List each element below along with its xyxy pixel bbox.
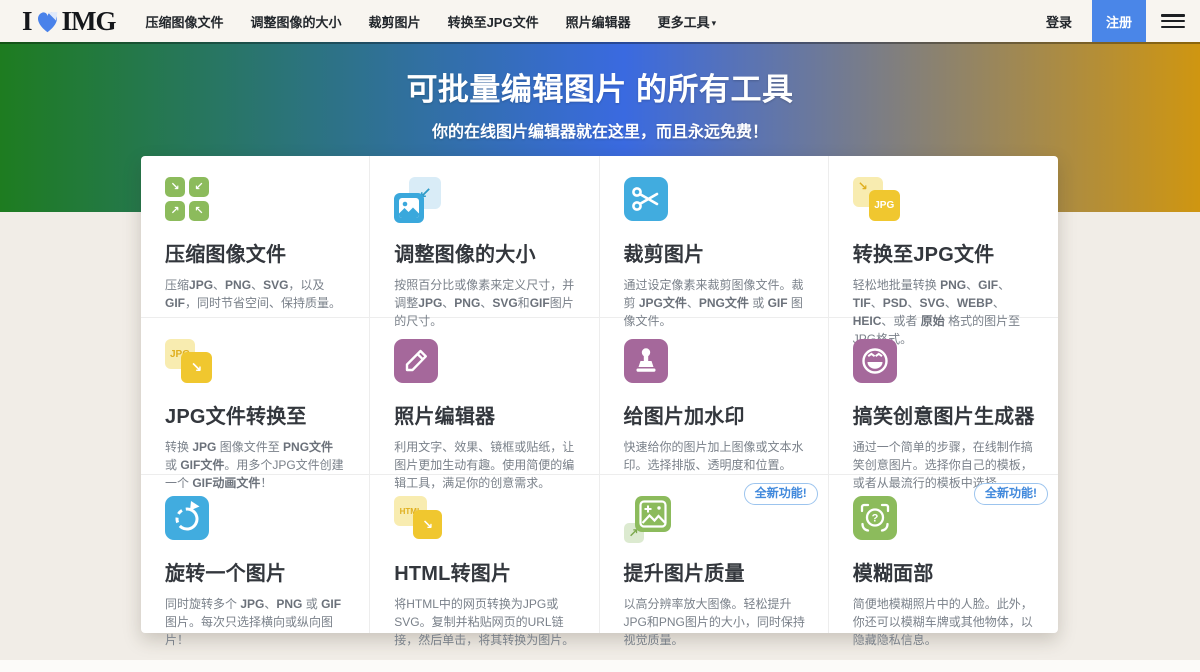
tool-card[interactable]: HTML ↘ HTML转图片 将HTML中的网页转换为JPG或SVG。复制并粘贴… xyxy=(370,475,599,633)
tool-title: JPG文件转换至 xyxy=(165,400,347,429)
tool-card[interactable]: 照片编辑器 利用文字、效果、镜框或贴纸，让图片更加生动有趣。使用简便的编辑工具，… xyxy=(370,318,599,475)
tool-card[interactable]: JPG ↘ JPG文件转换至 转换 JPG 图像文件至 PNG文件 或 GIF文… xyxy=(141,318,370,475)
rotate-icon xyxy=(165,496,347,544)
tool-card[interactable]: 搞笑创意图片生成器 通过一个简单的步骤，在线制作搞笑创意图片。选择你自己的模板，… xyxy=(829,318,1058,475)
heart-icon xyxy=(34,9,61,34)
resize-icon: ↙ xyxy=(394,177,576,225)
tool-title: 模糊面部 xyxy=(853,557,1036,586)
hero-title: 可批量编辑图片 的所有工具 xyxy=(0,42,1200,109)
convert-to-jpg-icon: ↘ JPG xyxy=(853,177,1036,225)
tool-description: 简便地模糊照片中的人脸。此外，你还可以模糊车牌或其他物体，以隐藏隐私信息。 xyxy=(853,595,1036,649)
watermark-icon xyxy=(624,339,806,387)
convert-from-jpg-icon: JPG ↘ xyxy=(165,339,347,387)
tool-card[interactable]: ↙ 调整图像的大小 按照百分比或像素来定义尺寸，并调整JPG、PNG、SVG和G… xyxy=(370,156,599,318)
meme-icon xyxy=(853,339,1036,387)
tool-card[interactable]: 旋转一个图片 同时旋转多个 JPG、PNG 或 GIF 图片。每次只选择横向或纵… xyxy=(141,475,370,633)
tool-description: 同时旋转多个 JPG、PNG 或 GIF 图片。每次只选择横向或纵向图片！ xyxy=(165,595,347,649)
top-nav: I IMG 压缩图像文件 调整图像的大小 裁剪图片 转换至JPG文件 照片编辑器 更多工具… xyxy=(0,0,1200,42)
nav-item[interactable]: 更多工具▾ xyxy=(658,12,717,31)
tool-title: 旋转一个图片 xyxy=(165,557,347,586)
html-to-image-icon: HTML ↘ xyxy=(394,496,576,544)
tools-grid: ↘ ↙ ↗ ↖ 压缩图像文件 压缩JPG、PNG、SVG，以及GIF，同时节省空… xyxy=(141,156,1058,633)
menu-icon[interactable] xyxy=(1161,14,1185,28)
tool-card[interactable]: 全新功能! ↗ 提升图片质量 以高分辨率放大图像。轻松提升JPG和PNG图片的大… xyxy=(600,475,829,633)
signup-button[interactable]: 注册 xyxy=(1092,0,1146,42)
chevron-down-icon: ▾ xyxy=(712,18,717,28)
blur-face-icon: ? xyxy=(853,496,1036,544)
compress-icon: ↘ ↙ ↗ ↖ xyxy=(165,177,347,225)
nav-item[interactable]: 调整图像的大小 xyxy=(251,12,342,31)
tool-description: 快速给你的图片加上图像或文本水印。选择排版、透明度和位置。 xyxy=(624,438,806,474)
nav-item[interactable]: 照片编辑器 xyxy=(566,12,631,31)
tool-description: 以高分辨率放大图像。轻松提升JPG和PNG图片的大小，同时保持视觉质量。 xyxy=(624,595,806,649)
tool-card[interactable]: ↘ JPG 转换至JPG文件 轻松地批量转换 PNG、GIF、TIF、PSD、S… xyxy=(829,156,1058,318)
tool-title: 压缩图像文件 xyxy=(165,238,347,267)
tool-title: 搞笑创意图片生成器 xyxy=(853,400,1036,429)
nav-item[interactable]: 压缩图像文件 xyxy=(146,12,224,31)
tool-card[interactable]: ↘ ↙ ↗ ↖ 压缩图像文件 压缩JPG、PNG、SVG，以及GIF，同时节省空… xyxy=(141,156,370,318)
photo-editor-icon xyxy=(394,339,576,387)
nav-right: 登录 注册 xyxy=(1046,0,1200,42)
hero-subtitle: 你的在线图片编辑器就在这里，而且永远免费！ xyxy=(0,118,1200,142)
tool-title: 转换至JPG文件 xyxy=(853,238,1036,267)
tool-title: 提升图片质量 xyxy=(624,557,806,586)
tool-title: 照片编辑器 xyxy=(394,400,576,429)
logo-text-left: I xyxy=(22,8,32,35)
nav-items: 压缩图像文件 调整图像的大小 裁剪图片 转换至JPG文件 照片编辑器 更多工具▾ xyxy=(146,12,717,31)
site-logo[interactable]: I IMG xyxy=(22,8,116,35)
tool-card[interactable]: 给图片加水印 快速给你的图片加上图像或文本水印。选择排版、透明度和位置。 xyxy=(600,318,829,475)
tool-title: 裁剪图片 xyxy=(624,238,806,267)
tool-description: 压缩JPG、PNG、SVG，以及GIF，同时节省空间、保持质量。 xyxy=(165,276,347,312)
nav-item[interactable]: 裁剪图片 xyxy=(369,12,421,31)
tool-description: 将HTML中的网页转换为JPG或SVG。复制并粘贴网页的URL链接，然后单击，将… xyxy=(394,595,576,649)
tool-title: 调整图像的大小 xyxy=(394,238,576,267)
footer-strip xyxy=(0,660,1200,672)
crop-icon xyxy=(624,177,806,225)
logo-text-right: IMG xyxy=(62,8,116,35)
upscale-icon: ↗ xyxy=(624,496,806,544)
tool-title: 给图片加水印 xyxy=(624,400,806,429)
nav-item[interactable]: 转换至JPG文件 xyxy=(448,12,539,31)
svg-text:?: ? xyxy=(871,513,878,525)
tool-title: HTML转图片 xyxy=(394,557,576,586)
login-link[interactable]: 登录 xyxy=(1046,12,1072,31)
tool-card[interactable]: 全新功能! ? 模糊面部 简便地模糊照片中的人脸。此外，你还可以模糊车牌或其他物… xyxy=(829,475,1058,633)
tool-card[interactable]: 裁剪图片 通过设定像素来裁剪图像文件。裁剪 JPG文件、PNG文件 或 GIF … xyxy=(600,156,829,318)
